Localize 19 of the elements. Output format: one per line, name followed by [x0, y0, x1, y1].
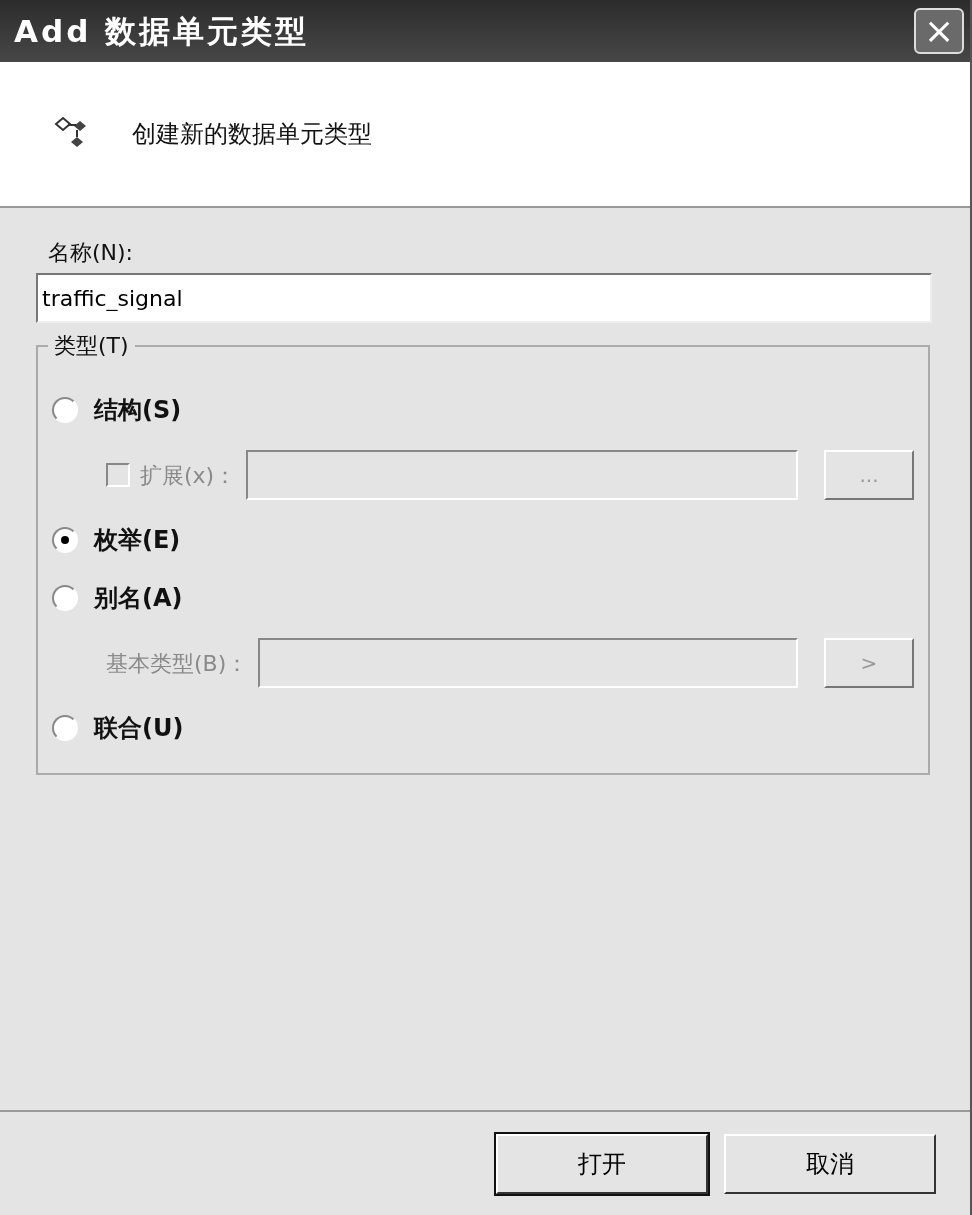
option-label: 枚举(E): [94, 525, 181, 556]
dialog-button[interactable]: 打开: [496, 1133, 708, 1194]
close-button[interactable]: ×: [914, 8, 964, 54]
window-title: Add 数据单元类型: [14, 11, 310, 51]
input-field[interactable]: [246, 450, 798, 500]
radio-button[interactable]: [52, 527, 78, 553]
field-label: 基本类型(B)：: [106, 649, 249, 678]
radio-button[interactable]: [52, 397, 78, 423]
option-label: 别名(A): [94, 583, 183, 614]
field-label: 扩展(x)：: [140, 461, 237, 490]
option-label: 联合(U): [94, 713, 184, 744]
dialog-button[interactable]: 取消: [724, 1133, 936, 1194]
radio-button[interactable]: [52, 585, 78, 611]
input-field[interactable]: [258, 638, 798, 688]
option-label: 结构(S): [94, 395, 182, 426]
name-label: 名称(N):: [48, 239, 135, 267]
name-field[interactable]: traffic_signal: [36, 273, 932, 323]
radio-button[interactable]: [52, 715, 78, 741]
header-text: 创建新的数据单元类型: [132, 119, 372, 150]
